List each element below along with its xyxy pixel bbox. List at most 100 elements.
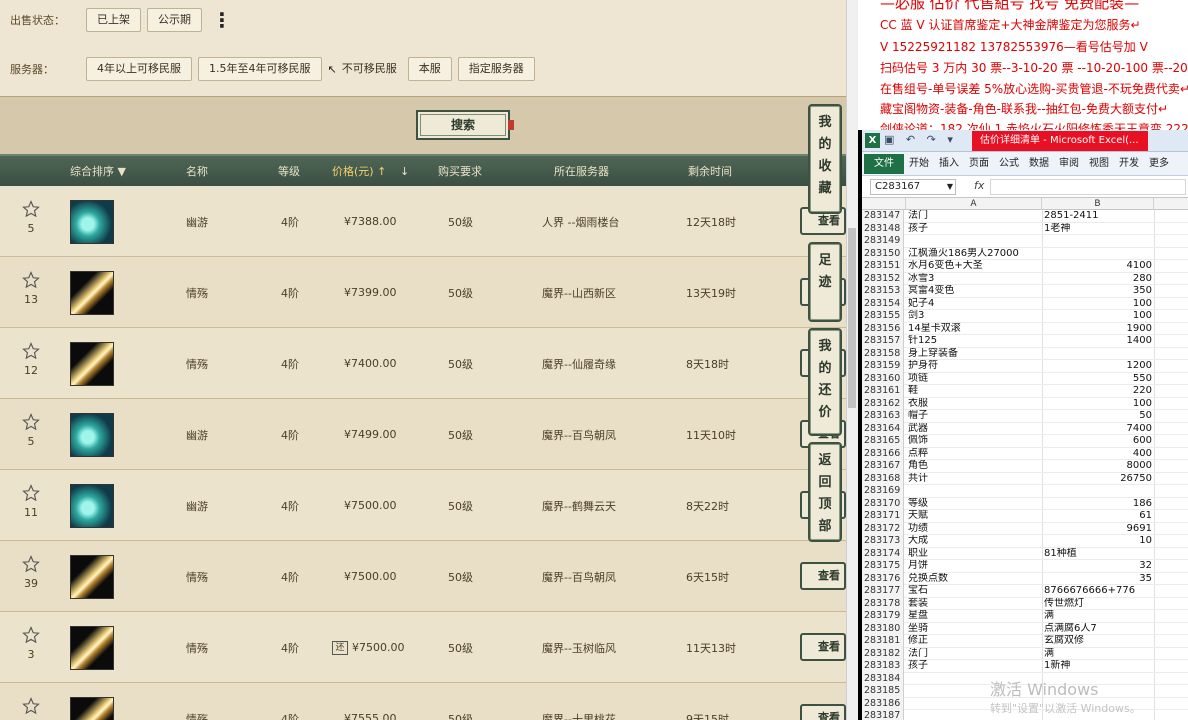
cell-b[interactable]: 8000 <box>1044 460 1152 473</box>
server-option-1-5y-button[interactable]: 1.5年至4年可移民服 <box>198 57 322 81</box>
row-number[interactable]: 283185 <box>862 685 904 698</box>
table-row[interactable]: 39 情殇 4阶 ¥7500.00 50级 魔界--百鸟朝凤 6天15时 查看 <box>0 541 846 612</box>
ribbon-tab[interactable]: 数据 <box>1024 154 1054 174</box>
row-number[interactable]: 283186 <box>862 697 904 710</box>
ribbon-tab[interactable]: 页面 <box>964 154 994 174</box>
row-number[interactable]: 283175 <box>862 560 904 573</box>
item-thumbnail[interactable] <box>70 626 114 670</box>
ribbon-tab[interactable]: 开始 <box>904 154 934 174</box>
row-number[interactable]: 283181 <box>862 635 904 648</box>
cell-a[interactable]: 宝石 <box>908 585 1042 598</box>
spreadsheet-row[interactable]: 283176 兑换点数 35 <box>862 572 1188 586</box>
row-number[interactable]: 283152 <box>862 272 904 285</box>
spreadsheet-row[interactable]: 283152 冰雪3 280 <box>862 272 1188 286</box>
spreadsheet-row[interactable]: 283183 孩子 1新神 <box>862 660 1188 673</box>
cell-a[interactable]: 法门 <box>908 648 1042 661</box>
row-number[interactable]: 283182 <box>862 647 904 660</box>
back-to-top-button[interactable]: 返回顶部 <box>808 442 842 542</box>
row-number[interactable]: 283167 <box>862 460 904 473</box>
table-row[interactable]: 11幽游4阶¥7500.0050级魔界--鹤舞云天8天22时查看 <box>0 470 846 541</box>
cell-a[interactable]: 法门 <box>908 210 1042 223</box>
server-option-specific-button[interactable]: 指定服务器 <box>457 57 535 81</box>
cell-b[interactable]: 550 <box>1044 373 1152 386</box>
name-box[interactable]: C283167 ▼ <box>870 179 956 195</box>
cell-b[interactable]: 满 <box>1044 610 1152 623</box>
row-number[interactable]: 283157 <box>862 335 904 348</box>
spreadsheet-row[interactable]: 283163 帽子 50 <box>862 410 1188 423</box>
cell-b[interactable]: 点满腐6人7 <box>1044 623 1152 636</box>
column-header-a[interactable]: A <box>906 198 1042 210</box>
spreadsheet-row[interactable]: 283150 江枫渔火186男人27000 <box>862 247 1188 261</box>
cell-a[interactable]: 角色 <box>908 460 1042 473</box>
row-number[interactable]: 283163 <box>862 410 904 423</box>
row-number[interactable]: 283160 <box>862 372 904 385</box>
spreadsheet-row[interactable]: 283180 坐骑 点满腐6人7 <box>862 622 1188 636</box>
cell-a[interactable]: 套装 <box>908 598 1042 611</box>
cell-a[interactable]: 身上穿装备 <box>908 348 1042 361</box>
cell-a[interactable]: 坐骑 <box>908 623 1042 636</box>
item-thumbnail[interactable] <box>70 697 114 720</box>
my-favorites-button[interactable]: 我的收藏 <box>808 104 842 214</box>
sort-header[interactable]: 综合排序 ▼ <box>70 156 126 188</box>
favorite-star-icon[interactable]: 3 <box>20 626 42 661</box>
cell-b[interactable]: 400 <box>1044 448 1152 461</box>
row-number[interactable]: 283151 <box>862 260 904 273</box>
spreadsheet-row[interactable]: 283148 孩子 1老神 <box>862 222 1188 235</box>
price-sort-down-icon[interactable]: ↓ <box>400 156 409 188</box>
spreadsheet-row[interactable]: 283158 身上穿装备 <box>862 347 1188 361</box>
row-number[interactable]: 283164 <box>862 422 904 435</box>
row-number[interactable]: 283150 <box>862 247 904 260</box>
spreadsheet-row[interactable]: 283173 大成 10 <box>862 535 1188 548</box>
spreadsheet-row[interactable]: 283149 <box>862 235 1188 248</box>
cell-a[interactable]: 针125 <box>908 335 1042 348</box>
ribbon-tab[interactable]: 插入 <box>934 154 964 174</box>
row-number[interactable]: 283161 <box>862 385 904 398</box>
search-button[interactable]: 搜索 <box>416 110 514 140</box>
spreadsheet-row[interactable]: 283164 武器 7400 <box>862 422 1188 435</box>
cell-b[interactable]: 26750 <box>1044 473 1152 486</box>
view-button[interactable]: 查看 <box>800 704 846 720</box>
cell-a[interactable]: 剑3 <box>908 310 1042 323</box>
cell-b[interactable]: 100 <box>1044 298 1152 311</box>
cell-a[interactable]: 冰雪3 <box>908 273 1042 286</box>
row-number[interactable]: 283178 <box>862 597 904 610</box>
more-options-icon[interactable]: ⋮ <box>212 10 232 30</box>
cell-b[interactable]: 100 <box>1044 398 1152 411</box>
table-row[interactable]: 情殇 4阶 ¥7555.00 50级 魔界--十里桃花 9天15时 查看 <box>0 683 846 720</box>
sale-status-public-button[interactable]: 公示期 <box>147 8 202 32</box>
row-number[interactable]: 283149 <box>862 235 904 248</box>
cell-b[interactable]: 280 <box>1044 273 1152 286</box>
cell-b[interactable]: 4100 <box>1044 260 1152 273</box>
cell-a[interactable]: 天赋 <box>908 510 1042 523</box>
row-number[interactable]: 283147 <box>862 210 904 223</box>
cell-b[interactable]: 186 <box>1044 498 1152 511</box>
table-row[interactable]: 12情殇4阶¥7400.0050级魔界--仙履奇缘8天18时查看 <box>0 328 846 399</box>
row-number[interactable]: 283155 <box>862 310 904 323</box>
row-number[interactable]: 283165 <box>862 435 904 448</box>
row-number[interactable]: 283179 <box>862 610 904 623</box>
row-number[interactable]: 283172 <box>862 522 904 535</box>
row-number[interactable]: 283158 <box>862 347 904 360</box>
spreadsheet-row[interactable]: 283168 共计 26750 <box>862 472 1188 486</box>
cell-b[interactable]: 9691 <box>1044 523 1152 536</box>
favorite-star-icon[interactable]: 5 <box>20 200 42 235</box>
cell-a[interactable]: 大成 <box>908 535 1042 548</box>
column-header-b[interactable]: B <box>1042 198 1154 210</box>
spreadsheet-row[interactable]: 283157 针125 1400 <box>862 335 1188 348</box>
row-number[interactable]: 283171 <box>862 510 904 523</box>
ribbon-tab[interactable]: 开发 <box>1114 154 1144 174</box>
row-number[interactable]: 283156 <box>862 322 904 335</box>
cell-a[interactable]: 江枫渔火186男人27000 <box>908 248 1042 261</box>
formula-input[interactable] <box>990 179 1186 195</box>
cell-b[interactable]: 81种植 <box>1044 548 1152 561</box>
spreadsheet-row[interactable]: 283177 宝石 8766676666+776 <box>862 585 1188 598</box>
cell-a[interactable]: 兑换点数 <box>908 573 1042 586</box>
spreadsheet-row[interactable]: 283153 冥雷4变色 350 <box>862 285 1188 298</box>
spreadsheet-row[interactable]: 283154 妃子4 100 <box>862 297 1188 311</box>
spreadsheet-row[interactable]: 283165 佩饰 600 <box>862 435 1188 448</box>
cell-a[interactable]: 修正 <box>908 635 1042 648</box>
cell-a[interactable]: 佩饰 <box>908 435 1042 448</box>
cell-b[interactable]: 100 <box>1044 310 1152 323</box>
table-row[interactable]: 3 情殇 4阶 还 ¥7500.00 50级 魔界--玉树临风 11天13时 查看 <box>0 612 846 683</box>
spreadsheet-row[interactable]: 283169 <box>862 485 1188 498</box>
